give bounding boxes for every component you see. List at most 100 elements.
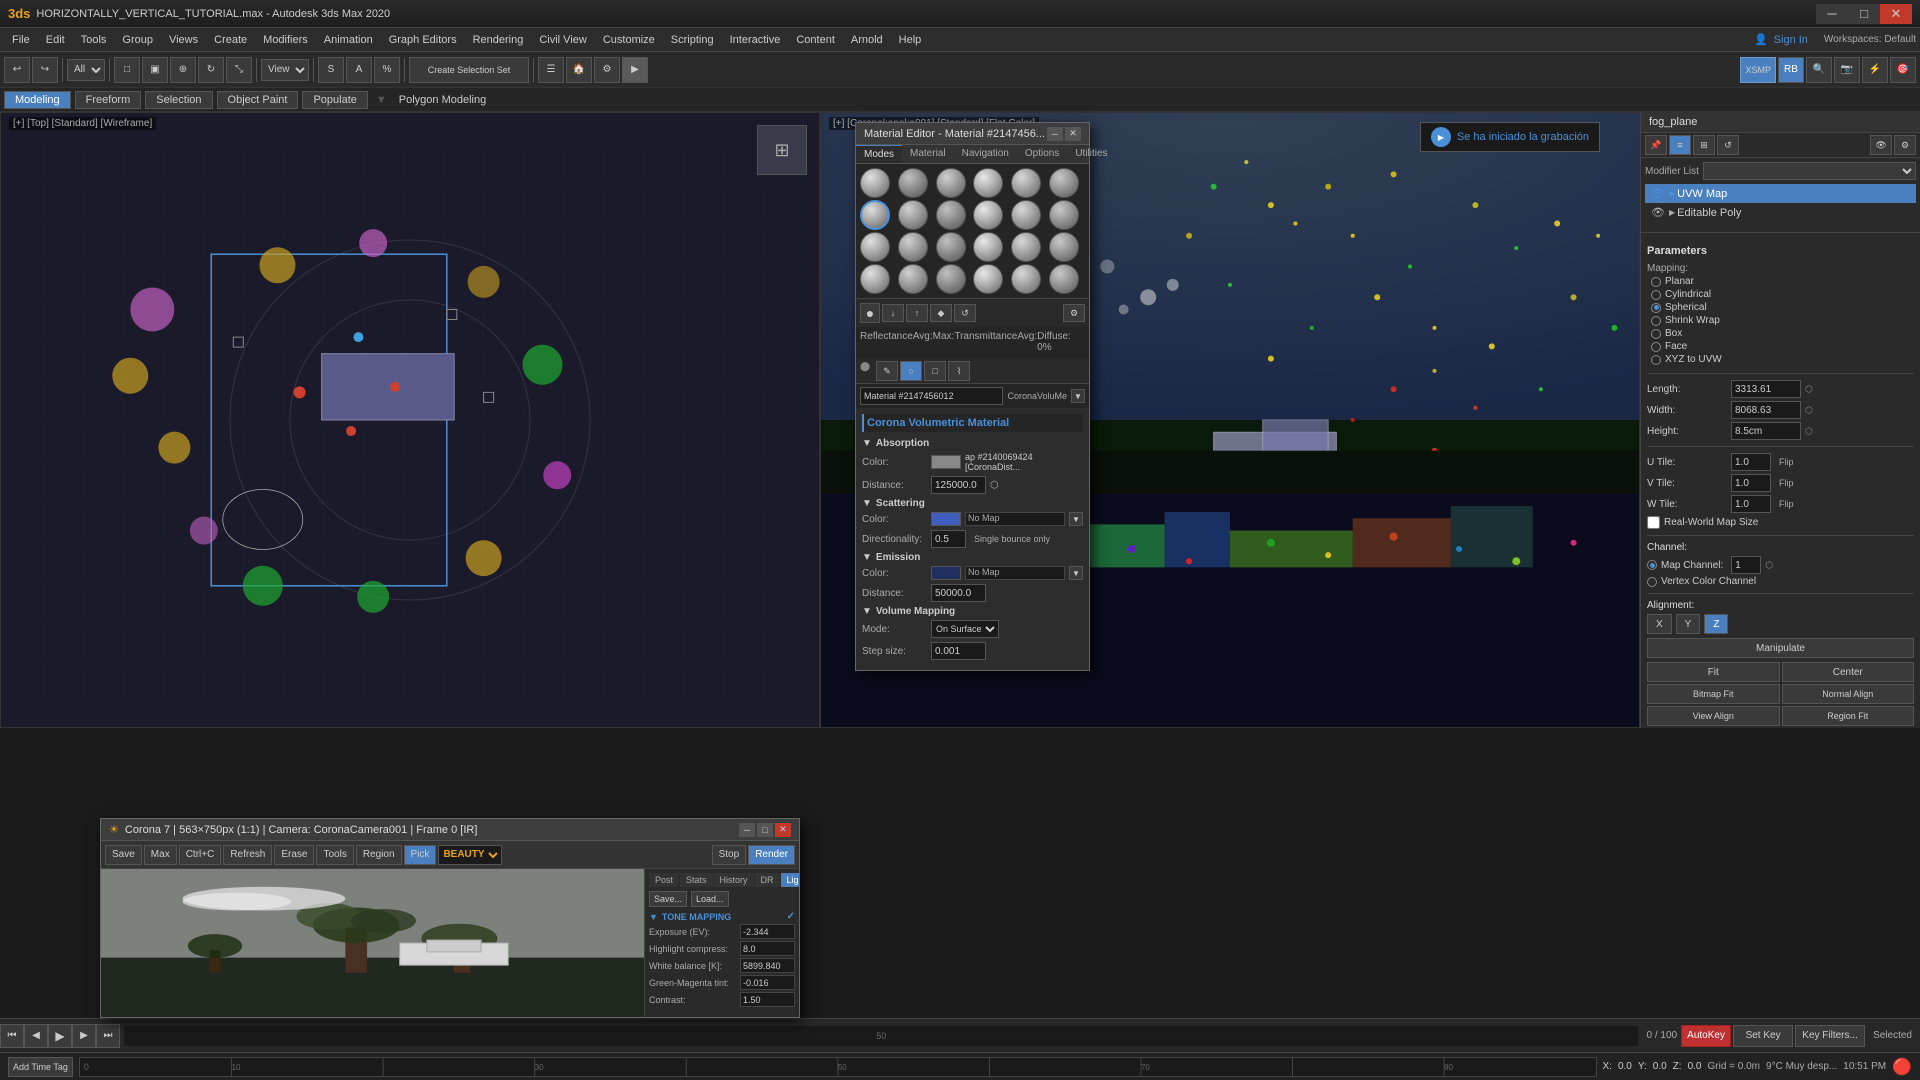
bitmap-fit-btn[interactable]: Bitmap Fit <box>1647 684 1780 704</box>
corona-stats-tab[interactable]: Stats <box>680 873 713 887</box>
mat-sphere-7[interactable] <box>860 200 890 230</box>
length-input[interactable] <box>1731 380 1801 398</box>
vtile-input[interactable] <box>1731 474 1771 492</box>
menu-rendering[interactable]: Rendering <box>465 32 532 48</box>
map-channel-radio[interactable] <box>1647 560 1657 570</box>
mat-cylinder-view-btn[interactable]: ⌇ <box>948 361 970 381</box>
selection-filter[interactable]: All <box>67 59 105 81</box>
display-btn[interactable]: 👁 <box>1870 135 1892 155</box>
contrast-input[interactable] <box>740 992 795 1007</box>
mat-sphere-9[interactable] <box>936 200 966 230</box>
menu-modifiers[interactable]: Modifiers <box>255 32 316 48</box>
mat-sphere-24[interactable] <box>1049 264 1079 294</box>
mapping-box[interactable]: Box <box>1651 328 1914 339</box>
corona-ctrl-c-btn[interactable]: Ctrl+C <box>179 845 222 865</box>
toolbar-icon-3[interactable]: ⚡ <box>1862 57 1888 83</box>
mat-sphere-20[interactable] <box>898 264 928 294</box>
menu-views[interactable]: Views <box>161 32 206 48</box>
timeline-back-btn[interactable]: ◀ <box>24 1024 48 1048</box>
width-spinner[interactable]: ⬡ <box>1805 405 1813 416</box>
mode-selection[interactable]: Selection <box>145 91 212 109</box>
view-align-btn[interactable]: View Align <box>1647 706 1780 726</box>
center-btn[interactable]: Center <box>1782 662 1915 682</box>
corona-close-btn[interactable]: ✕ <box>775 823 791 837</box>
mat-sphere-12[interactable] <box>1049 200 1079 230</box>
corona-save-btn[interactable]: Save <box>105 845 142 865</box>
material-editor-title[interactable]: Material Editor - Material #2147456... ─… <box>856 123 1089 145</box>
mapping-spherical[interactable]: Spherical <box>1651 302 1914 313</box>
mat-sphere-17[interactable] <box>1011 232 1041 262</box>
corona-lightmix-tab[interactable]: LightMix <box>781 873 799 887</box>
length-spinner[interactable]: ⬡ <box>1805 384 1813 395</box>
vertex-color-row[interactable]: Vertex Color Channel <box>1647 576 1914 587</box>
menu-graph-editors[interactable]: Graph Editors <box>381 32 465 48</box>
map-channel-spinner[interactable]: ⬡ <box>1765 560 1773 571</box>
menu-animation[interactable]: Animation <box>316 32 381 48</box>
mat-options-btn[interactable]: ⚙ <box>1063 304 1085 322</box>
corona-dr-tab[interactable]: DR <box>755 873 780 887</box>
corona-tools-btn[interactable]: Tools <box>316 845 353 865</box>
menu-tools[interactable]: Tools <box>73 32 115 48</box>
mode-populate[interactable]: Populate <box>302 91 367 109</box>
create-selection-button[interactable]: Create Selection Set <box>409 57 529 83</box>
face-radio[interactable] <box>1651 342 1661 352</box>
param-btn[interactable]: ⊞ <box>1693 135 1715 155</box>
mat-sphere-8[interactable] <box>898 200 928 230</box>
mat-sphere-22[interactable] <box>973 264 1003 294</box>
mat-cube-view-btn[interactable]: □ <box>924 361 946 381</box>
map-channel-input[interactable] <box>1731 556 1761 574</box>
mat-reset-btn[interactable]: ↺ <box>954 304 976 322</box>
corona-post-tab[interactable]: Post <box>649 873 679 887</box>
timeline-fwd-btn[interactable]: ▶ <box>72 1024 96 1048</box>
step-size-input[interactable] <box>931 642 986 660</box>
toolbar-icon-2[interactable]: 📷 <box>1834 57 1860 83</box>
menu-help[interactable]: Help <box>891 32 930 48</box>
menu-edit[interactable]: Edit <box>38 32 73 48</box>
mat-sphere-2[interactable] <box>898 168 928 198</box>
mat-sphere-23[interactable] <box>1011 264 1041 294</box>
spherical-radio[interactable] <box>1651 303 1661 313</box>
mode-object-paint[interactable]: Object Paint <box>217 91 299 109</box>
layer-button[interactable]: ☰ <box>538 57 564 83</box>
mapping-shrink-wrap[interactable]: Shrink Wrap <box>1651 315 1914 326</box>
real-world-checkbox[interactable] <box>1647 516 1660 529</box>
box-radio[interactable] <box>1651 329 1661 339</box>
menu-interactive[interactable]: Interactive <box>722 32 789 48</box>
post-load-btn[interactable]: Load... <box>691 891 729 907</box>
emission-expand-icon[interactable]: ▼ <box>862 552 872 563</box>
menu-file[interactable]: File <box>4 32 38 48</box>
undo-button[interactable]: ↩ <box>4 57 30 83</box>
mat-tab-utilities[interactable]: Utilities <box>1067 145 1115 163</box>
mat-sphere-21[interactable] <box>936 264 966 294</box>
utile-input[interactable] <box>1731 453 1771 471</box>
corona-erase-btn[interactable]: Erase <box>274 845 314 865</box>
mat-sphere-19[interactable] <box>860 264 890 294</box>
y-align-btn[interactable]: Y <box>1676 614 1701 634</box>
normal-align-btn[interactable]: Normal Align <box>1782 684 1915 704</box>
select-move-button[interactable]: ⊕ <box>170 57 196 83</box>
timeline-mini[interactable]: 0 10 30 50 70 90 <box>79 1057 1597 1077</box>
mat-tab-modes[interactable]: Modes <box>856 145 902 163</box>
mode-modeling[interactable]: Modeling <box>4 91 71 109</box>
menu-group[interactable]: Group <box>114 32 161 48</box>
z-align-btn[interactable]: Z <box>1704 614 1728 634</box>
xsmp-button[interactable]: XSMP <box>1740 57 1776 83</box>
map-channel-row[interactable]: Map Channel: ⬡ <box>1647 556 1914 574</box>
mat-sphere-6[interactable] <box>1049 168 1079 198</box>
x-align-btn[interactable]: X <box>1647 614 1672 634</box>
view-select[interactable]: View <box>261 59 309 81</box>
corona-region-btn[interactable]: Region <box>356 845 402 865</box>
mapping-cylindrical[interactable]: Cylindrical <box>1651 289 1914 300</box>
material-name-input[interactable] <box>860 387 1003 405</box>
render-setup-button[interactable]: ⚙ <box>594 57 620 83</box>
corona-preview-area[interactable] <box>101 869 644 1017</box>
emission-map-btn[interactable]: ▼ <box>1069 566 1083 580</box>
render-button[interactable]: ▶ <box>622 57 648 83</box>
absorption-distance-input[interactable] <box>931 476 986 494</box>
history-btn[interactable]: ↺ <box>1717 135 1739 155</box>
maximize-button[interactable]: □ <box>1848 4 1880 24</box>
mat-pick-btn[interactable]: ✎ <box>876 361 898 381</box>
sign-in-label[interactable]: Sign In <box>1774 34 1808 46</box>
mat-sphere-4[interactable] <box>973 168 1003 198</box>
mapping-planar[interactable]: Planar <box>1651 276 1914 287</box>
